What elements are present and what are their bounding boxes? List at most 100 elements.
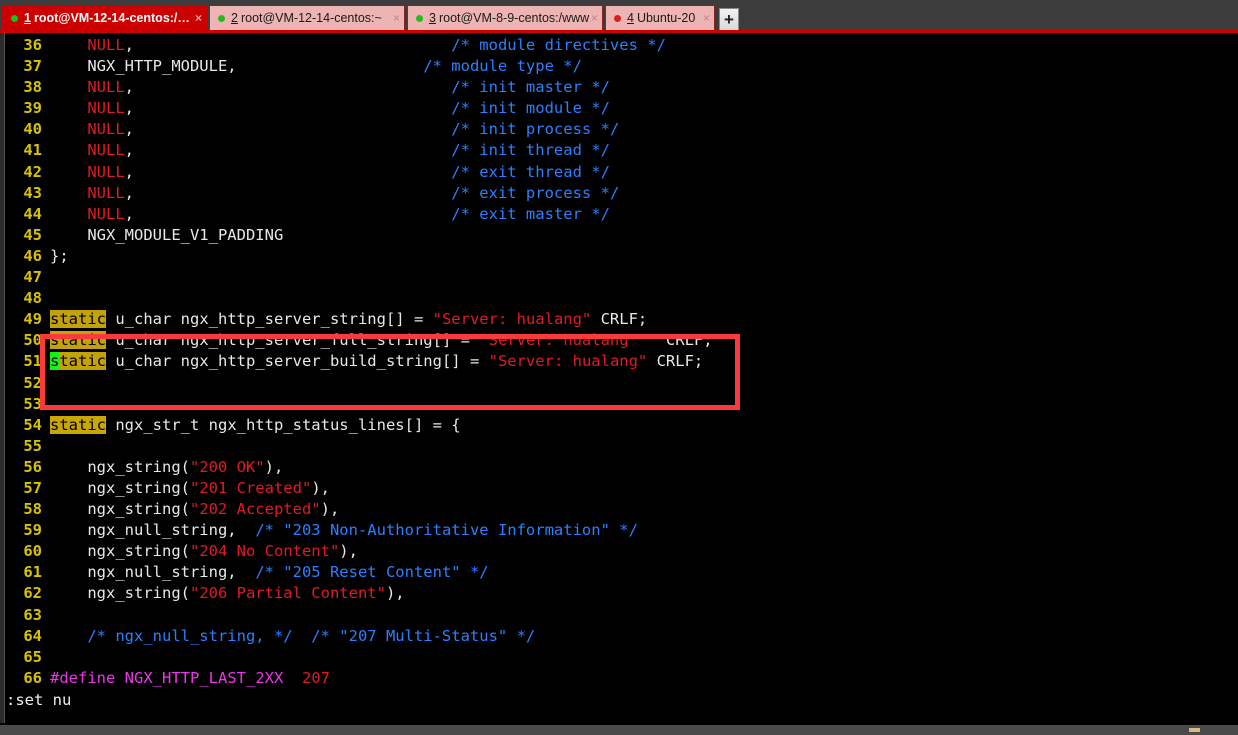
tab-index-label: 1 [24,11,31,25]
code-line: 53 [6,394,1238,415]
status-bar-marker [1189,728,1200,732]
code-line: 42 NULL, /* exit thread */ [6,162,1238,183]
code-line: 44 NULL, /* exit master */ [6,204,1238,225]
code-line: 49 static u_char ngx_http_server_string[]… [6,309,1238,330]
code-token: "204 No Content" [189,542,340,561]
code-token: "Server: hualang " [479,331,648,350]
keyword-highlight: static [50,331,106,350]
terminal-tab-1[interactable]: 1 root@VM-12-14-centos:/… × [2,5,207,30]
code-line: 59 ngx_null_string, /* "203 Non-Authorit… [6,520,1238,541]
code-line: 52 [6,373,1238,394]
code-line: 39 NULL, /* init module */ [6,98,1238,119]
code-token: ), [264,457,284,476]
code-line: 46}; [6,246,1238,267]
line-number: 62 [23,584,42,603]
terminal-pane[interactable]: 36 NULL, /* module directives */37 NGX_H… [0,30,1238,735]
tab-status-dot-icon [614,14,621,22]
code-token: , [124,162,134,181]
line-number: 47 [23,268,42,287]
code-line: 66 #define NGX_HTTP_LAST_2XX 207 [6,668,1238,689]
line-number: 44 [23,204,42,223]
code-token: , [124,183,134,202]
terminal-tab-2[interactable]: 2 root@VM-12-14-centos:~ × [209,5,405,30]
code-token: NULL [87,141,125,160]
code-token: #define [50,668,116,687]
code-line: 37 NGX_HTTP_MODULE, /* module type */ [6,56,1238,77]
line-number: 55 [23,436,42,455]
vim-text-buffer[interactable]: 36 NULL, /* module directives */37 NGX_H… [6,35,1238,689]
code-token: /* module type */ [423,57,582,76]
code-token: ), [320,500,340,519]
code-token: u_char ngx_http_server_string[] = [106,310,433,329]
line-number: 66 [23,668,42,687]
code-token: ), [311,478,330,497]
close-icon[interactable]: × [195,12,202,24]
line-number: 60 [23,542,42,561]
tab-index-label: 3 [429,11,436,25]
code-line: 65 [6,647,1238,668]
code-token: "201 Created" [189,478,312,497]
new-tab-button[interactable]: + [719,8,739,30]
code-token: 207 [301,668,330,687]
tab-index-label: 2 [231,11,238,25]
line-number: 39 [23,99,42,118]
code-line: 56 ngx_string("200 OK"), [6,457,1238,478]
code-token: ngx_string( [50,457,190,476]
line-number: 38 [23,78,42,97]
line-number: 57 [23,478,42,497]
close-icon[interactable]: × [591,12,598,24]
code-token: CRLF; [647,352,704,371]
code-token: NULL [87,204,125,223]
code-token: /* init module */ [451,99,610,118]
code-token: , [124,141,134,160]
tab-status-dot-icon [416,14,423,22]
line-number: 48 [23,289,42,308]
tab-status-dot-icon [11,14,18,22]
code-token: ngx_null_string, [50,521,256,540]
line-number: 65 [23,647,42,666]
line-number: 42 [23,162,42,181]
code-token: /* exit process */ [451,183,620,202]
terminal-tab-4[interactable]: 4 Ubuntu-20 × [605,5,715,30]
line-number: 51 [23,352,42,371]
line-number: 50 [23,331,42,350]
code-line: 40 NULL, /* init process */ [6,119,1238,140]
code-line: 45 NGX_MODULE_V1_PADDING [6,225,1238,246]
code-line: 54 static ngx_str_t ngx_http_status_lines… [6,415,1238,436]
code-token: "Server: hualang" [488,352,648,371]
code-token: , [124,78,134,97]
keyword-highlight: static [50,310,106,329]
code-line: 58 ngx_string("202 Accepted"), [6,499,1238,520]
code-token: NULL [87,78,125,97]
code-line: 41 NULL, /* init thread */ [6,140,1238,161]
close-icon[interactable]: × [703,12,710,24]
line-number: 59 [23,521,42,540]
code-token: u_char ngx_http_server_full_string[] = [106,331,480,350]
code-token: "202 Accepted" [189,500,321,519]
tab-bar-top-edge [0,0,1238,3]
code-token: }; [50,246,69,265]
line-number: 63 [23,605,42,624]
code-token: NGX_HTTP_MODULE, [50,57,237,76]
code-token: CRLF; [647,331,713,350]
close-icon[interactable]: × [393,12,400,24]
code-token: NGX_HTTP_LAST_2XX [124,668,284,687]
line-number: 43 [23,183,42,202]
line-number: 37 [23,57,42,76]
terminal-tab-3[interactable]: 3 root@VM-8-9-centos:/www… × [407,5,603,30]
code-token: CRLF; [591,310,648,329]
line-number: 36 [23,36,42,54]
code-token: ngx_string( [50,584,190,603]
tab-title-label: root@VM-12-14-centos:/… [33,11,190,25]
